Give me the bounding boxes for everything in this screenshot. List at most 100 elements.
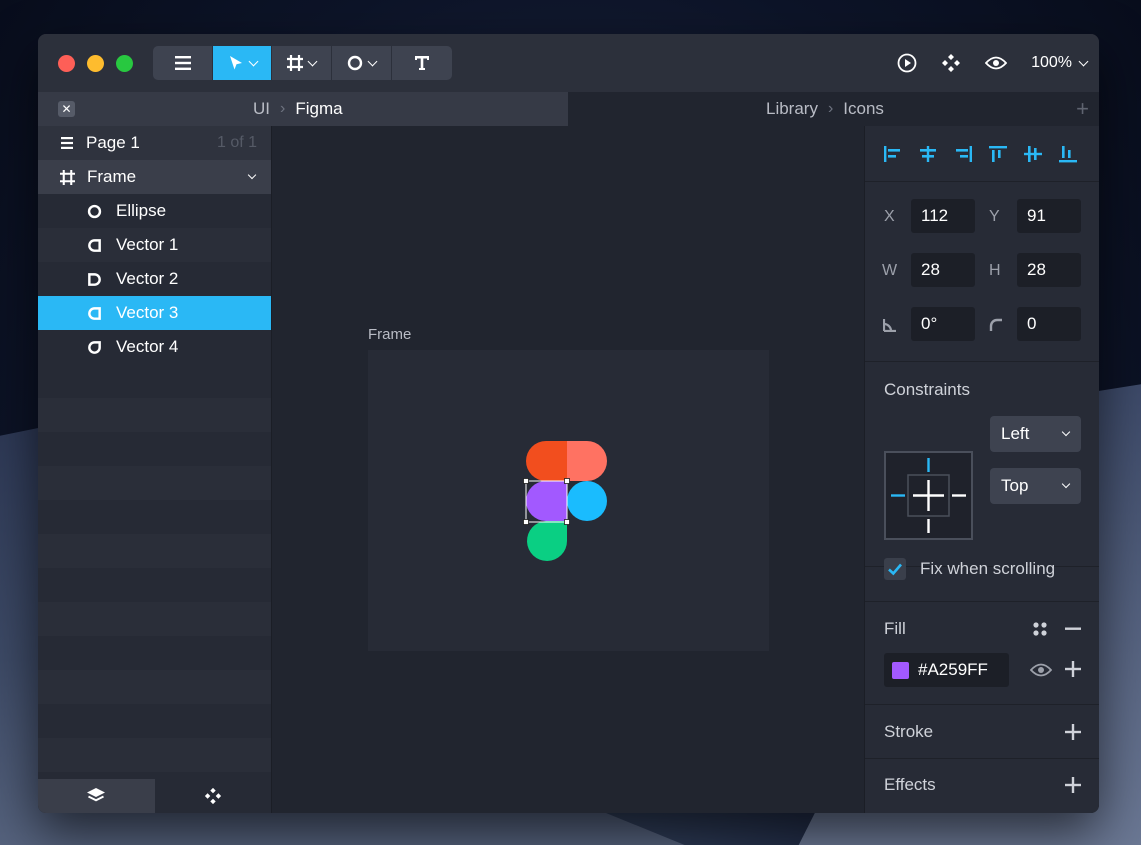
logo-part-red: [526, 441, 567, 481]
add-effect-plus-icon[interactable]: [1065, 777, 1081, 793]
layer-list-stripe: [38, 738, 271, 772]
corner-radius-field[interactable]: 0: [1017, 307, 1081, 341]
chevron-down-icon: [248, 56, 258, 66]
fill-color-field[interactable]: #A259FF: [884, 653, 1009, 687]
layers-icon: [87, 788, 106, 802]
ellipse-tool-button[interactable]: [332, 46, 392, 80]
vertical-constraint-dropdown[interactable]: Top: [990, 468, 1081, 504]
layer-label: Ellipse: [116, 201, 167, 220]
add-fill-plus-icon[interactable]: [1065, 661, 1081, 677]
stroke-section: Stroke: [865, 705, 1099, 759]
zoom-level: 100%: [1031, 54, 1072, 71]
fill-swatch[interactable]: [892, 661, 909, 679]
align-vertical-center-icon[interactable]: [1022, 144, 1044, 164]
page-list-icon: [61, 137, 73, 149]
vector-icon: [88, 340, 101, 354]
menu-button[interactable]: [153, 46, 213, 80]
vector-icon: [88, 306, 101, 320]
zoom-window-button[interactable]: [116, 55, 133, 72]
breadcrumb-item[interactable]: Icons: [843, 99, 884, 119]
chevron-down-icon[interactable]: [247, 170, 257, 180]
alignment-bar: [865, 126, 1099, 182]
layer-label: Vector 4: [116, 337, 179, 356]
align-bottom-icon[interactable]: [1057, 144, 1079, 164]
toolbar: [153, 46, 452, 80]
canvas[interactable]: Frame: [272, 126, 864, 813]
layer-frame[interactable]: Frame: [38, 160, 271, 194]
layer-label: Vector 3: [116, 303, 179, 322]
constraint-diagram: [891, 458, 966, 533]
w-label: W: [882, 262, 898, 279]
page-row[interactable]: Page 1 1 of 1: [38, 126, 271, 160]
effects-section: Effects: [865, 759, 1099, 813]
constraint-widget[interactable]: [884, 451, 973, 540]
preview-eye-icon[interactable]: [985, 55, 1008, 71]
breadcrumb-item[interactable]: UI: [253, 99, 270, 119]
styles-grid-icon[interactable]: [1032, 621, 1048, 637]
frame-tool-button[interactable]: [272, 46, 332, 80]
vector-icon: [88, 272, 101, 286]
layer-vector-3-selected[interactable]: Vector 3: [38, 296, 271, 330]
w-field[interactable]: 28: [911, 253, 975, 287]
frame-icon: [60, 169, 75, 185]
horizontal-constraint-dropdown[interactable]: Left: [990, 416, 1081, 452]
components-tab[interactable]: [154, 779, 271, 813]
fix-scrolling-checkbox[interactable]: [884, 558, 906, 580]
rotation-icon: [883, 319, 896, 332]
tab-ui-figma[interactable]: ✕ UI › Figma: [38, 92, 568, 126]
close-window-button[interactable]: [58, 55, 75, 72]
canvas-frame-label[interactable]: Frame: [368, 326, 411, 343]
x-field[interactable]: 112: [911, 199, 975, 233]
titlebar-right-controls: 100%: [897, 46, 1089, 80]
figma-logo[interactable]: [522, 436, 612, 566]
visibility-eye-icon[interactable]: [1030, 662, 1052, 678]
layer-list-stripe: [38, 602, 271, 636]
vector-icon: [88, 238, 101, 252]
fill-hex: #A259FF: [918, 660, 988, 679]
breadcrumb-item[interactable]: Figma: [295, 99, 342, 119]
page-label: Page 1: [86, 133, 140, 152]
y-field[interactable]: 91: [1017, 199, 1081, 233]
titlebar: 100%: [38, 34, 1099, 92]
h-field[interactable]: 28: [1017, 253, 1081, 287]
align-left-icon[interactable]: [882, 144, 904, 164]
layer-vector-4[interactable]: Vector 4: [38, 330, 271, 364]
fill-section: Fill #A259FF: [865, 601, 1099, 705]
fix-scrolling-label[interactable]: Fix when scrolling: [920, 559, 1055, 579]
add-stroke-plus-icon[interactable]: [1065, 724, 1081, 740]
minimize-window-button[interactable]: [87, 55, 104, 72]
breadcrumb-right: Library › Icons: [766, 92, 884, 126]
play-icon[interactable]: [897, 53, 917, 73]
ellipse-icon: [87, 204, 102, 218]
layer-vector-1[interactable]: Vector 1: [38, 228, 271, 262]
new-tab-plus-icon[interactable]: +: [1076, 98, 1089, 120]
layers-tab[interactable]: [38, 779, 155, 813]
selection-handle: [523, 478, 529, 484]
dimensions-section: X 112 Y 91 W 28 H 28 0° 0: [865, 182, 1099, 362]
align-horizontal-center-icon[interactable]: [917, 144, 939, 164]
logo-part-purple: [526, 481, 567, 521]
components-icon[interactable]: [941, 53, 961, 73]
logo-part-blue: [567, 481, 607, 521]
text-tool-button[interactable]: [392, 46, 452, 80]
text-tool-icon: [415, 56, 429, 70]
layer-vector-2[interactable]: Vector 2: [38, 262, 271, 296]
layers-panel: Page 1 1 of 1 Frame Ellipse Vector 1 Vec…: [38, 126, 272, 813]
breadcrumb-left: UI › Figma: [253, 92, 343, 126]
breadcrumb-chevron-icon: ›: [280, 100, 286, 117]
move-tool-button[interactable]: [213, 46, 272, 80]
tab-bar: ✕ UI › Figma Library › Icons +: [38, 92, 1099, 126]
close-tab-icon[interactable]: ✕: [58, 101, 75, 117]
layer-frame-label: Frame: [87, 167, 137, 186]
breadcrumb-item[interactable]: Library: [766, 99, 818, 119]
y-label: Y: [989, 208, 1000, 225]
chevron-down-icon: [307, 56, 318, 66]
layer-list-stripe: [38, 398, 271, 432]
rotation-field[interactable]: 0°: [911, 307, 975, 341]
layer-ellipse[interactable]: Ellipse: [38, 194, 271, 228]
align-right-icon[interactable]: [952, 144, 974, 164]
minus-icon[interactable]: [1065, 627, 1081, 631]
vertical-constraint-value: Top: [1001, 476, 1029, 495]
align-top-icon[interactable]: [987, 144, 1009, 164]
zoom-dropdown[interactable]: 100%: [1031, 54, 1089, 72]
